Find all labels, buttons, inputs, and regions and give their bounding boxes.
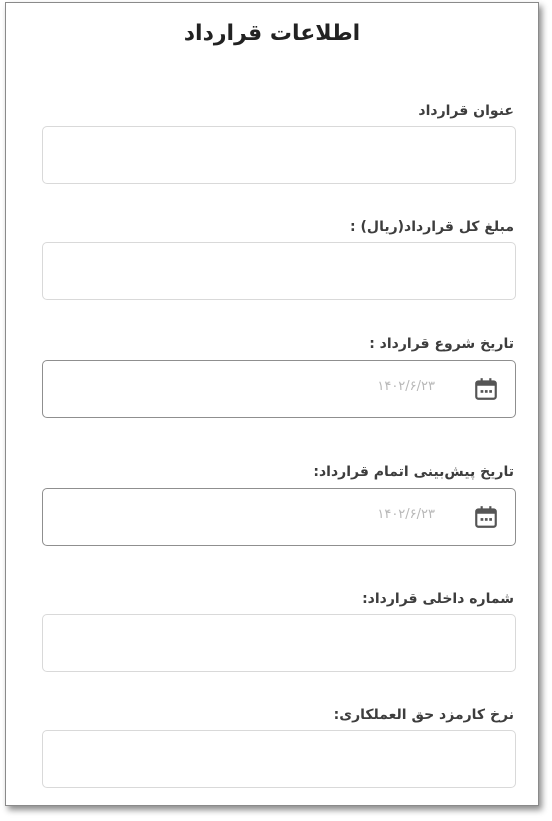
contract-title-input[interactable] bbox=[42, 126, 516, 184]
page-title: اطلاعات قرارداد bbox=[183, 21, 361, 46]
contract-title-label: عنوان قرارداد bbox=[418, 103, 514, 119]
end-date-label: تاریخ پیش‌بینی اتمام قرارداد: bbox=[313, 464, 514, 480]
commission-rate-label: نرخ کارمزد حق العملکاری: bbox=[333, 707, 514, 723]
contract-info-panel: اطلاعات قرارداد عنوان قرارداد مبلغ کل قر… bbox=[5, 2, 539, 806]
commission-rate-input[interactable] bbox=[42, 730, 516, 788]
start-date-value: ۱۴۰۲/۶/۲۳ bbox=[377, 379, 435, 394]
total-amount-input[interactable] bbox=[42, 242, 516, 300]
total-amount-label: مبلغ کل قرارداد(ریال) : bbox=[350, 219, 514, 235]
internal-number-input[interactable] bbox=[42, 614, 516, 672]
calendar-icon[interactable] bbox=[473, 376, 499, 402]
start-date-input[interactable]: ۱۴۰۲/۶/۲۳ bbox=[42, 360, 516, 418]
internal-number-label: شماره داخلی قرارداد: bbox=[362, 591, 514, 607]
start-date-label: تاریخ شروع قرارداد : bbox=[369, 336, 514, 352]
calendar-icon[interactable] bbox=[473, 504, 499, 530]
end-date-value: ۱۴۰۲/۶/۲۳ bbox=[377, 507, 435, 522]
end-date-input[interactable]: ۱۴۰۲/۶/۲۳ bbox=[42, 488, 516, 546]
